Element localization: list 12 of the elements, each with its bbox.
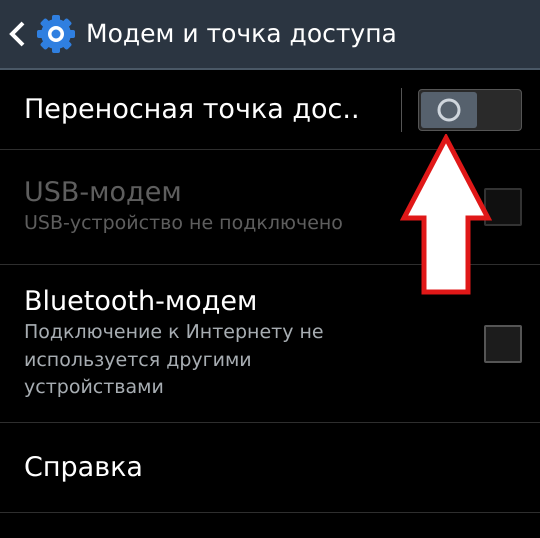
setting-description: Подключение к Интернету не используется другими устройствами [24,320,325,400]
setting-title: Справка [24,450,144,484]
gear-icon [34,12,78,56]
toggle-switch[interactable] [418,88,522,130]
setting-title: Bluetooth-модем [24,285,258,320]
screen-title: Модем и точка доступа [86,18,397,50]
setting-title: Переносная точка дос.. [24,92,361,126]
checkbox[interactable] [484,324,522,362]
setting-title: USB-модем [24,176,183,210]
back-icon[interactable] [8,20,26,48]
setting-description: USB-устройство не подключено [24,211,344,236]
circle-icon [436,96,462,122]
